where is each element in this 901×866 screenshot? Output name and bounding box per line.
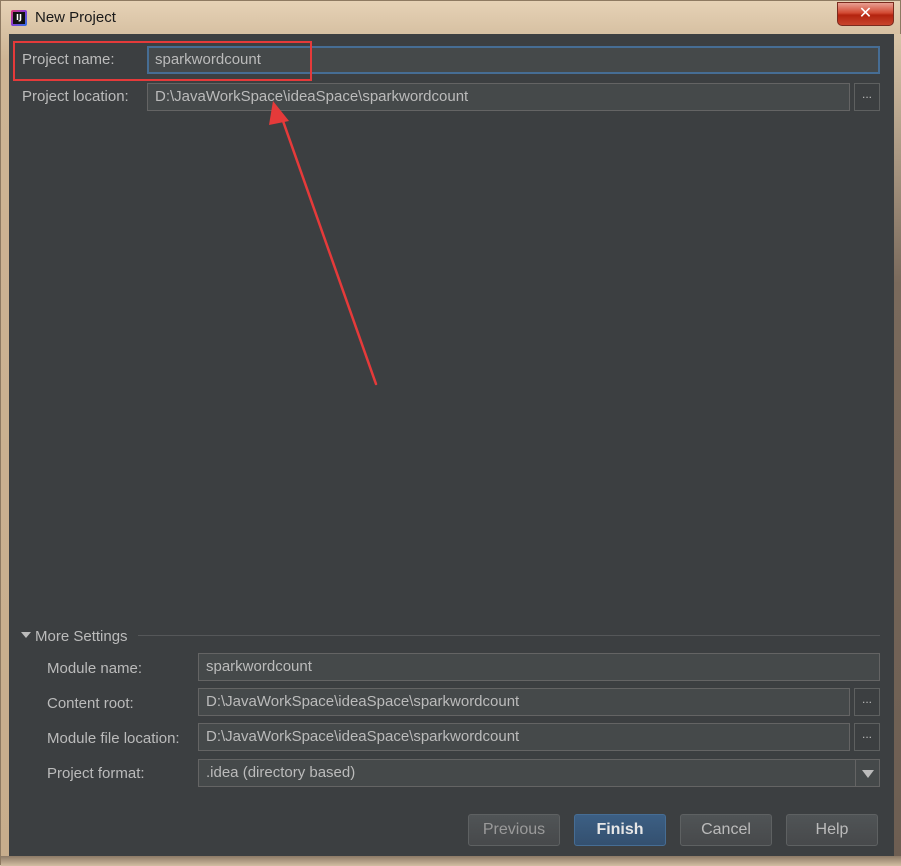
browse-content-root-button[interactable]: ... xyxy=(854,688,880,716)
finish-button[interactable]: Finish xyxy=(574,814,666,846)
project-format-select[interactable]: .idea (directory based) xyxy=(198,759,880,787)
more-settings-header[interactable]: More Settings xyxy=(35,628,128,645)
module-file-location-input[interactable]: D:\JavaWorkSpace\ideaSpace\sparkwordcoun… xyxy=(198,723,850,751)
expand-triangle-icon[interactable] xyxy=(21,632,31,638)
chevron-down-icon[interactable] xyxy=(855,759,879,787)
help-button[interactable]: Help xyxy=(786,814,878,846)
new-project-window: New Project ✕ Project name: sparkwordcou… xyxy=(0,0,901,866)
module-file-location-label: Module file location: xyxy=(47,730,180,747)
previous-button[interactable]: Previous xyxy=(468,814,560,846)
project-format-label: Project format: xyxy=(47,765,145,782)
content-root-input[interactable]: D:\JavaWorkSpace\ideaSpace\sparkwordcoun… xyxy=(198,688,850,716)
browse-module-file-button[interactable]: ... xyxy=(854,723,880,751)
module-name-input[interactable]: sparkwordcount xyxy=(198,653,880,681)
module-name-label: Module name: xyxy=(47,660,143,677)
content-root-label: Content root: xyxy=(47,695,134,712)
section-divider xyxy=(138,635,880,636)
cancel-button[interactable]: Cancel xyxy=(680,814,772,846)
